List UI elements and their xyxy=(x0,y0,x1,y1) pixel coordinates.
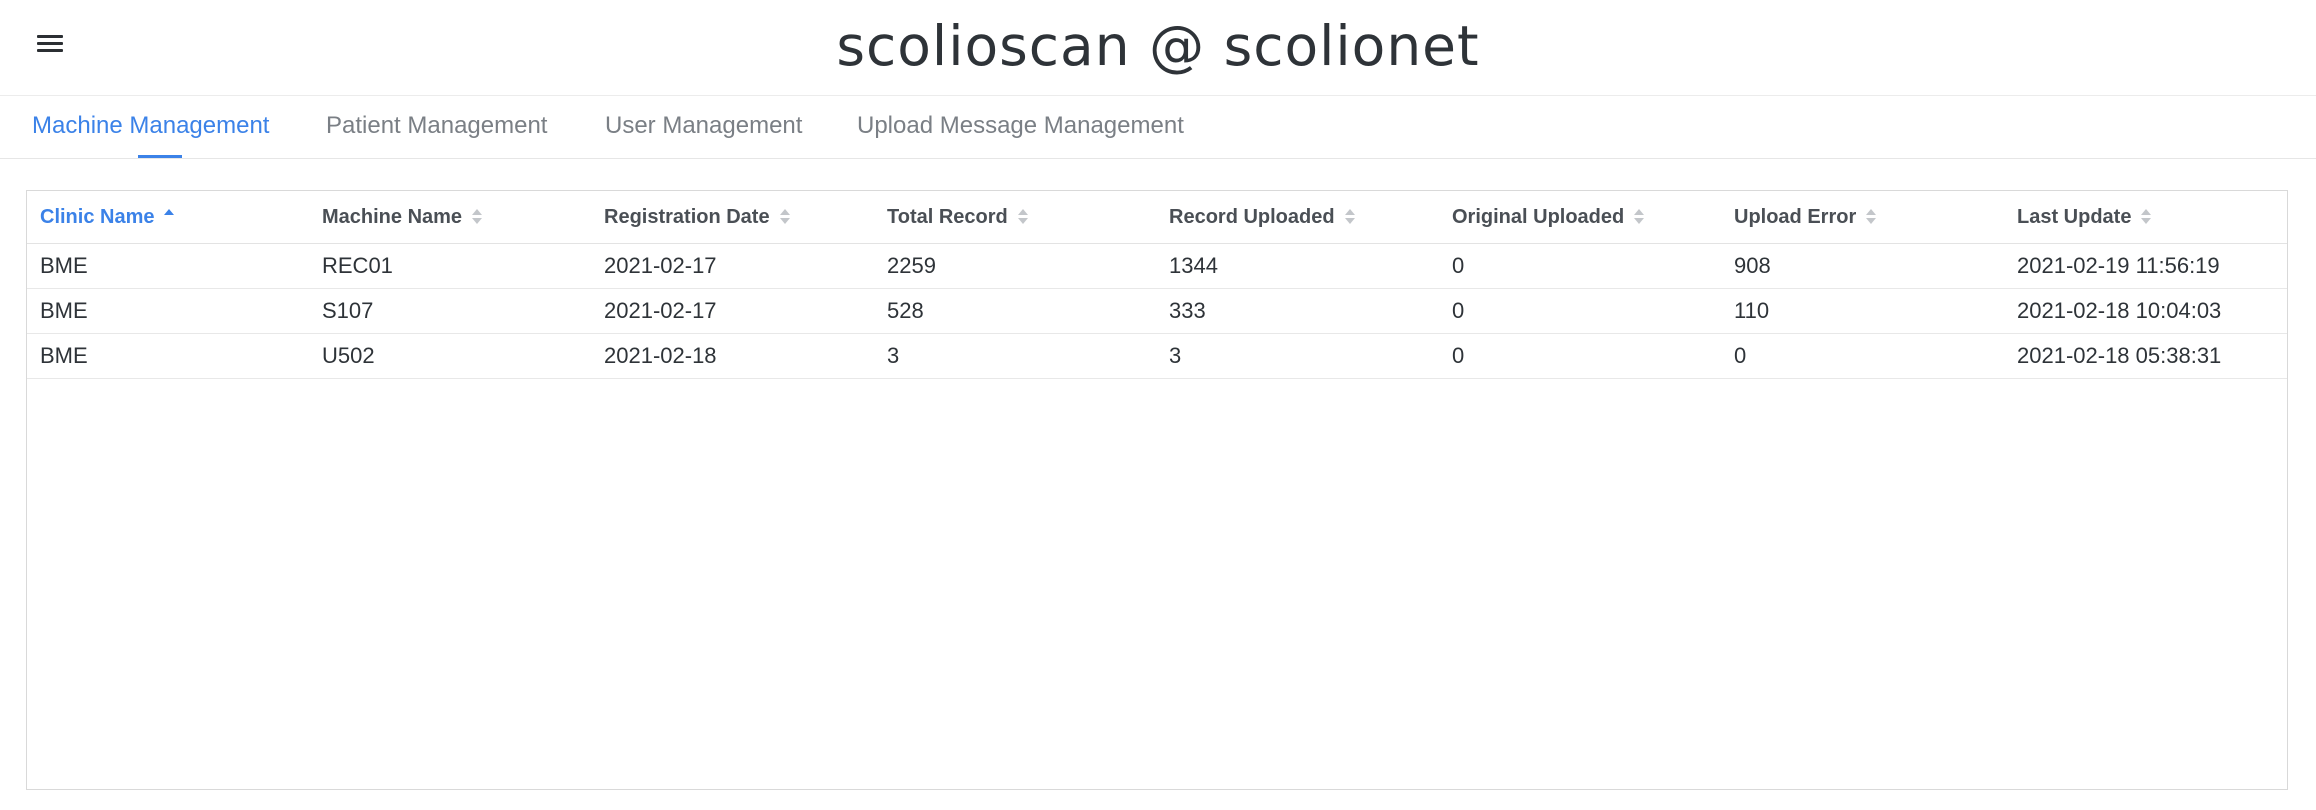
tab-machine-management[interactable]: Machine Management xyxy=(32,110,269,142)
column-header-registration-date[interactable]: Registration Date xyxy=(591,191,874,244)
machine-table-panel: Clinic Name Machine Name Registration Da… xyxy=(26,190,2288,790)
column-header-label: Record Uploaded xyxy=(1169,205,1335,228)
table-header-row: Clinic Name Machine Name Registration Da… xyxy=(27,191,2287,244)
cell-total-record: 528 xyxy=(874,288,1156,334)
cell-original-uploaded: 0 xyxy=(1439,288,1721,334)
cell-last-update: 2021-02-19 11:56:19 xyxy=(2004,243,2287,289)
column-header-label: Last Update xyxy=(2017,205,2132,228)
cell-record-uploaded: 333 xyxy=(1156,288,1439,334)
column-header-original-uploaded[interactable]: Original Uploaded xyxy=(1439,191,1721,244)
app-root: scolioscan @ scolionet Machine Managemen… xyxy=(0,0,2316,810)
column-header-machine-name[interactable]: Machine Name xyxy=(309,191,591,244)
tab-user-management[interactable]: User Management xyxy=(605,110,802,142)
cell-last-update: 2021-02-18 10:04:03 xyxy=(2004,288,2287,334)
table-row[interactable]: BME REC01 2021-02-17 2259 1344 0 908 202… xyxy=(27,243,2287,289)
cell-clinic-name: BME xyxy=(27,243,309,289)
column-header-label: Clinic Name xyxy=(40,205,155,228)
cell-machine-name: S107 xyxy=(309,288,591,334)
column-header-upload-error[interactable]: Upload Error xyxy=(1721,191,2004,244)
sort-icon[interactable] xyxy=(779,207,790,227)
column-header-label: Machine Name xyxy=(322,205,463,228)
machine-table: Clinic Name Machine Name Registration Da… xyxy=(27,191,2287,379)
column-header-label: Original Uploaded xyxy=(1452,205,1625,228)
sort-ascending-icon[interactable] xyxy=(164,207,175,227)
cell-original-uploaded: 0 xyxy=(1439,243,1721,289)
cell-registration-date: 2021-02-17 xyxy=(591,288,874,334)
app-title: scolioscan @ scolionet xyxy=(836,14,1480,78)
sort-icon[interactable] xyxy=(2141,207,2152,227)
sort-icon[interactable] xyxy=(1866,207,1877,227)
cell-record-uploaded: 3 xyxy=(1156,333,1439,379)
sort-icon[interactable] xyxy=(1017,207,1028,227)
management-tabs: Machine Management Patient Management Us… xyxy=(0,96,2316,159)
cell-clinic-name: BME xyxy=(27,333,309,379)
cell-total-record: 3 xyxy=(874,333,1156,379)
column-header-clinic-name[interactable]: Clinic Name xyxy=(27,191,309,244)
column-header-last-update[interactable]: Last Update xyxy=(2004,191,2287,244)
column-header-label: Upload Error xyxy=(1734,205,1857,228)
cell-registration-date: 2021-02-17 xyxy=(591,243,874,289)
table-row[interactable]: BME U502 2021-02-18 3 3 0 0 2021-02-18 0… xyxy=(27,333,2287,379)
cell-original-uploaded: 0 xyxy=(1439,333,1721,379)
active-tab-indicator xyxy=(138,155,182,158)
cell-clinic-name: BME xyxy=(27,288,309,334)
cell-total-record: 2259 xyxy=(874,243,1156,289)
cell-upload-error: 110 xyxy=(1721,288,2004,334)
table-row[interactable]: BME S107 2021-02-17 528 333 0 110 2021-0… xyxy=(27,288,2287,334)
cell-upload-error: 908 xyxy=(1721,243,2004,289)
cell-record-uploaded: 1344 xyxy=(1156,243,1439,289)
column-header-label: Total Record xyxy=(887,205,1008,228)
cell-last-update: 2021-02-18 05:38:31 xyxy=(2004,333,2287,379)
column-header-total-record[interactable]: Total Record xyxy=(874,191,1156,244)
cell-machine-name: REC01 xyxy=(309,243,591,289)
column-header-label: Registration Date xyxy=(604,205,770,228)
sort-icon[interactable] xyxy=(1634,207,1645,227)
sort-icon[interactable] xyxy=(1344,207,1355,227)
tab-upload-message-management[interactable]: Upload Message Management xyxy=(857,110,1184,142)
column-header-record-uploaded[interactable]: Record Uploaded xyxy=(1156,191,1439,244)
tab-patient-management[interactable]: Patient Management xyxy=(326,110,547,142)
cell-upload-error: 0 xyxy=(1721,333,2004,379)
sort-icon[interactable] xyxy=(472,207,483,227)
cell-machine-name: U502 xyxy=(309,333,591,379)
app-header: scolioscan @ scolionet xyxy=(0,0,2316,96)
cell-registration-date: 2021-02-18 xyxy=(591,333,874,379)
